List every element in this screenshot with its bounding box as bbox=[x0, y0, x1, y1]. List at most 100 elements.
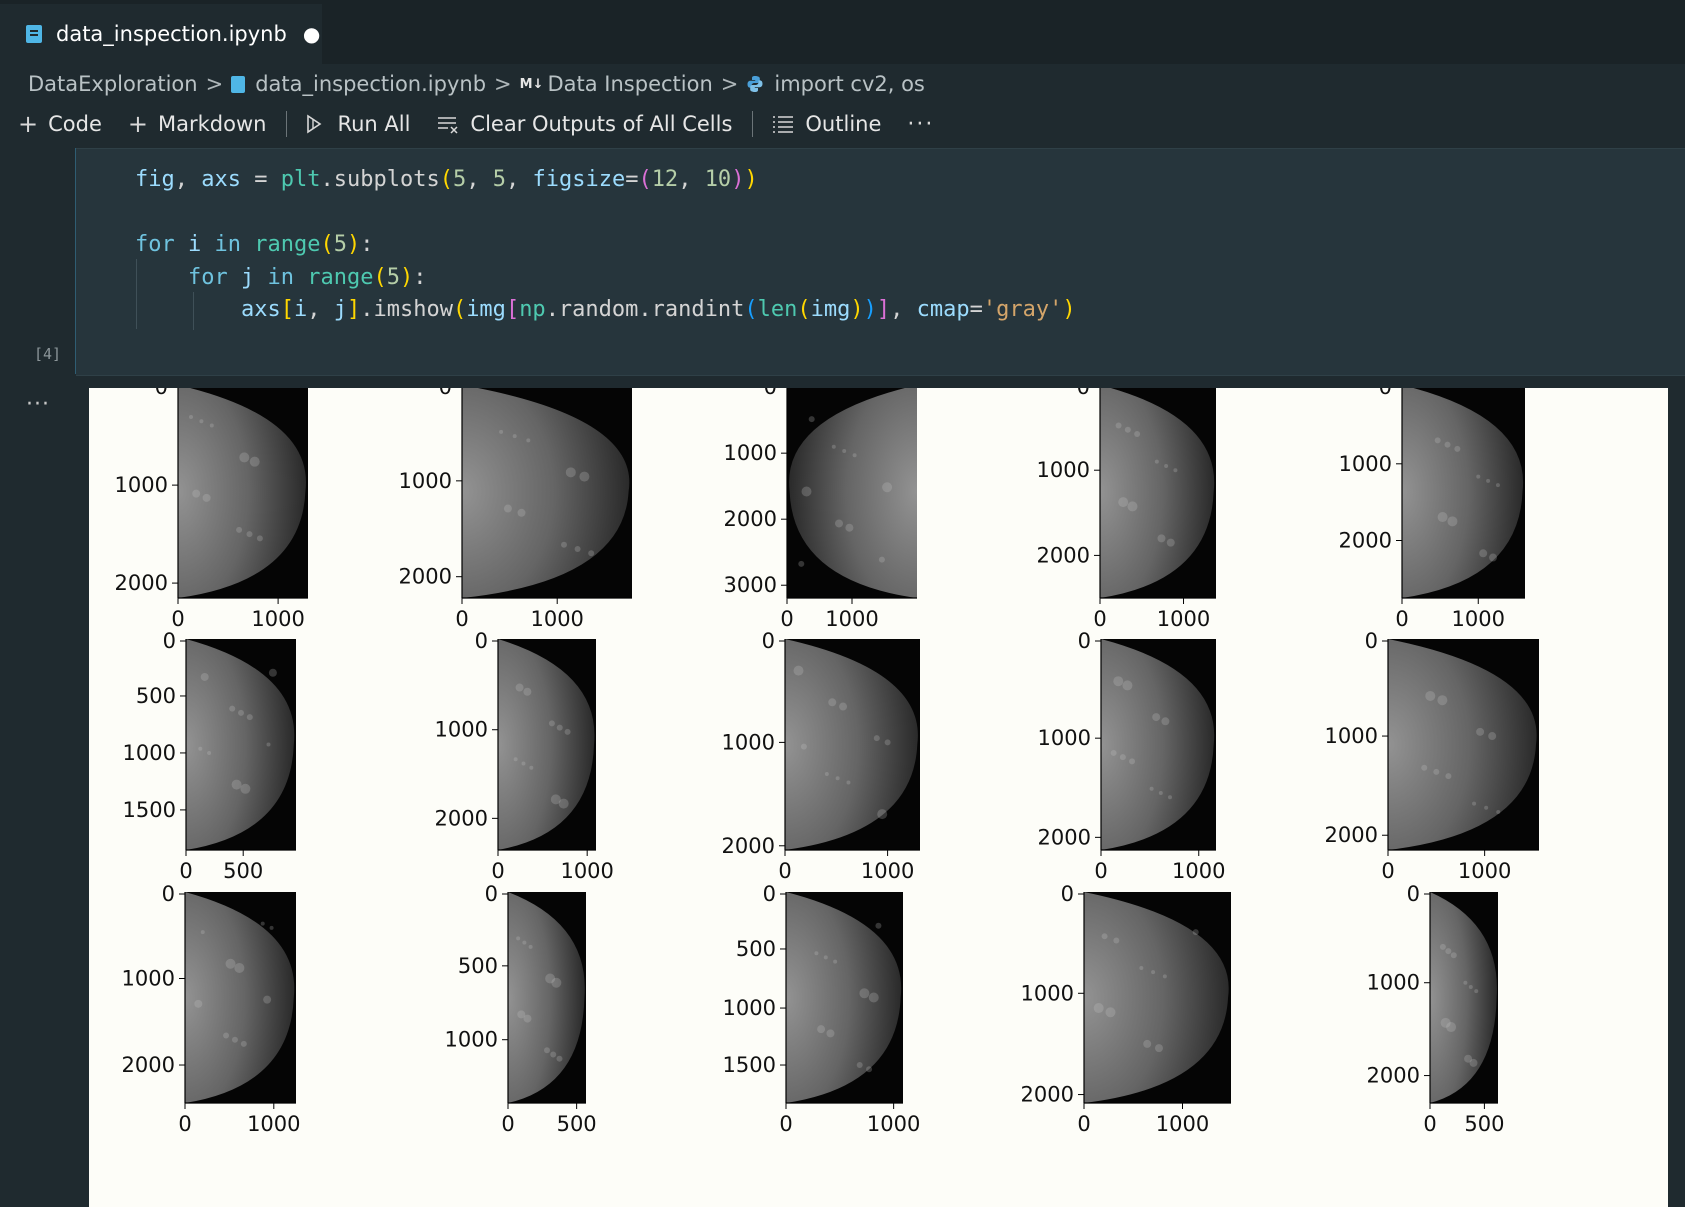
y-tick-label: 1500 bbox=[123, 798, 176, 822]
tissue-texture bbox=[1474, 989, 1479, 994]
x-tick-label: 0 bbox=[780, 607, 793, 631]
tissue-texture bbox=[266, 742, 271, 747]
tissue-texture bbox=[814, 951, 819, 956]
tissue-texture bbox=[1463, 980, 1468, 985]
tissue-texture bbox=[845, 523, 854, 532]
tissue-texture bbox=[263, 995, 272, 1004]
tissue-texture bbox=[194, 999, 203, 1008]
y-tick-label: 2000 bbox=[724, 507, 777, 531]
tissue-texture bbox=[209, 423, 214, 428]
outline-button[interactable]: Outline bbox=[771, 112, 881, 136]
y-tick-label: 0 bbox=[1365, 629, 1378, 653]
tissue-texture bbox=[1166, 538, 1175, 547]
tissue-texture bbox=[544, 1047, 550, 1054]
x-tick-label: 500 bbox=[1464, 1112, 1504, 1136]
tissue-texture bbox=[1110, 749, 1117, 756]
breadcrumb-section[interactable]: Data Inspection bbox=[547, 72, 712, 96]
y-tick-label: 1000 bbox=[723, 996, 776, 1020]
x-tick-label: 1000 bbox=[251, 607, 304, 631]
tissue-texture bbox=[1161, 717, 1170, 726]
tissue-texture bbox=[1489, 553, 1498, 562]
breadcrumb-folder[interactable]: DataExploration bbox=[28, 72, 198, 96]
tissue-texture bbox=[551, 977, 562, 988]
add-markdown-cell-button[interactable]: + Markdown bbox=[128, 110, 267, 138]
tissue-texture bbox=[824, 772, 829, 777]
tissue-texture bbox=[523, 1014, 532, 1023]
tissue-texture bbox=[793, 665, 804, 676]
tissue-texture bbox=[808, 416, 815, 423]
notebook-file-icon bbox=[231, 75, 246, 93]
tissue-texture bbox=[868, 992, 879, 1003]
y-tick-label: 0 bbox=[163, 629, 176, 653]
tissue-texture bbox=[564, 728, 571, 735]
tissue-texture bbox=[240, 1040, 247, 1047]
tissue-texture bbox=[1437, 695, 1448, 706]
tissue-texture bbox=[1152, 713, 1161, 722]
tissue-texture bbox=[1488, 732, 1497, 741]
tissue-texture bbox=[875, 922, 882, 929]
tissue-texture bbox=[1450, 952, 1457, 959]
breadcrumb-cell[interactable]: import cv2, os bbox=[774, 72, 925, 96]
python-icon bbox=[747, 76, 763, 92]
y-tick-label: 0 bbox=[485, 882, 498, 906]
tissue-texture bbox=[856, 1062, 863, 1069]
tissue-texture bbox=[249, 456, 260, 467]
notebook-tab[interactable]: data_inspection.ipynb ● bbox=[0, 4, 322, 64]
unsaved-indicator[interactable]: ● bbox=[303, 22, 320, 46]
run-all-label: Run All bbox=[337, 112, 411, 136]
tissue-texture bbox=[513, 757, 518, 762]
tissue-texture bbox=[198, 746, 203, 751]
y-tick-label: 2000 bbox=[115, 571, 168, 595]
x-tick-label: 1000 bbox=[530, 607, 583, 631]
execution-count: [4] bbox=[34, 345, 62, 363]
tissue-texture bbox=[515, 683, 524, 692]
tissue-texture bbox=[1158, 791, 1163, 796]
tissue-texture bbox=[1134, 430, 1141, 437]
tissue-texture bbox=[561, 541, 567, 548]
tissue-texture bbox=[234, 962, 245, 973]
add-code-label: Code bbox=[48, 112, 102, 136]
breadcrumb: DataExploration > data_inspection.ipynb … bbox=[28, 68, 925, 100]
x-tick-label: 1000 bbox=[1452, 607, 1505, 631]
tissue-texture bbox=[550, 1051, 557, 1058]
run-all-button[interactable]: Run All bbox=[305, 112, 410, 136]
tissue-texture bbox=[798, 560, 805, 567]
add-code-cell-button[interactable]: + Code bbox=[18, 110, 102, 138]
clear-outputs-button[interactable]: Clear Outputs of All Cells bbox=[436, 112, 732, 136]
editor-tab-bar: data_inspection.ipynb ● bbox=[0, 0, 1685, 64]
breadcrumb-file[interactable]: data_inspection.ipynb bbox=[255, 72, 486, 96]
chevron-right-icon: > bbox=[720, 72, 739, 96]
list-icon bbox=[773, 116, 794, 133]
tissue-texture bbox=[1446, 1022, 1457, 1033]
tissue-texture bbox=[239, 452, 250, 463]
code-content[interactable]: fig, axs = plt.subplots(5, 5, figsize=(1… bbox=[135, 164, 1076, 327]
tissue-texture bbox=[826, 1029, 835, 1038]
tissue-texture bbox=[1119, 754, 1126, 761]
tissue-texture bbox=[260, 921, 265, 926]
tissue-texture bbox=[192, 489, 201, 498]
y-tick-label: 1000 bbox=[122, 967, 175, 991]
more-actions-icon[interactable]: ··· bbox=[907, 112, 934, 137]
y-tick-label: 0 bbox=[1061, 882, 1074, 906]
tissue-texture bbox=[256, 535, 263, 542]
tissue-texture bbox=[1139, 965, 1144, 970]
y-tick-label: 1000 bbox=[1339, 452, 1392, 476]
tissue-texture bbox=[1454, 445, 1461, 452]
y-tick-label: 0 bbox=[762, 629, 775, 653]
y-tick-label: 2000 bbox=[1021, 1083, 1074, 1107]
tissue-texture bbox=[548, 720, 555, 727]
notebook-file-icon bbox=[26, 25, 42, 43]
x-tick-label: 1000 bbox=[861, 859, 914, 883]
tissue-texture bbox=[1444, 441, 1451, 448]
tissue-texture bbox=[835, 776, 840, 781]
tissue-texture bbox=[1476, 727, 1485, 736]
tissue-texture bbox=[1479, 549, 1488, 558]
tissue-texture bbox=[878, 556, 885, 563]
tissue-texture bbox=[1129, 758, 1136, 765]
tissue-texture bbox=[558, 798, 569, 809]
output-more-icon[interactable]: ··· bbox=[26, 392, 50, 417]
tissue-texture bbox=[1105, 1007, 1116, 1018]
tissue-texture bbox=[1127, 501, 1138, 512]
tissue-texture bbox=[882, 482, 893, 493]
tissue-texture bbox=[839, 702, 848, 711]
